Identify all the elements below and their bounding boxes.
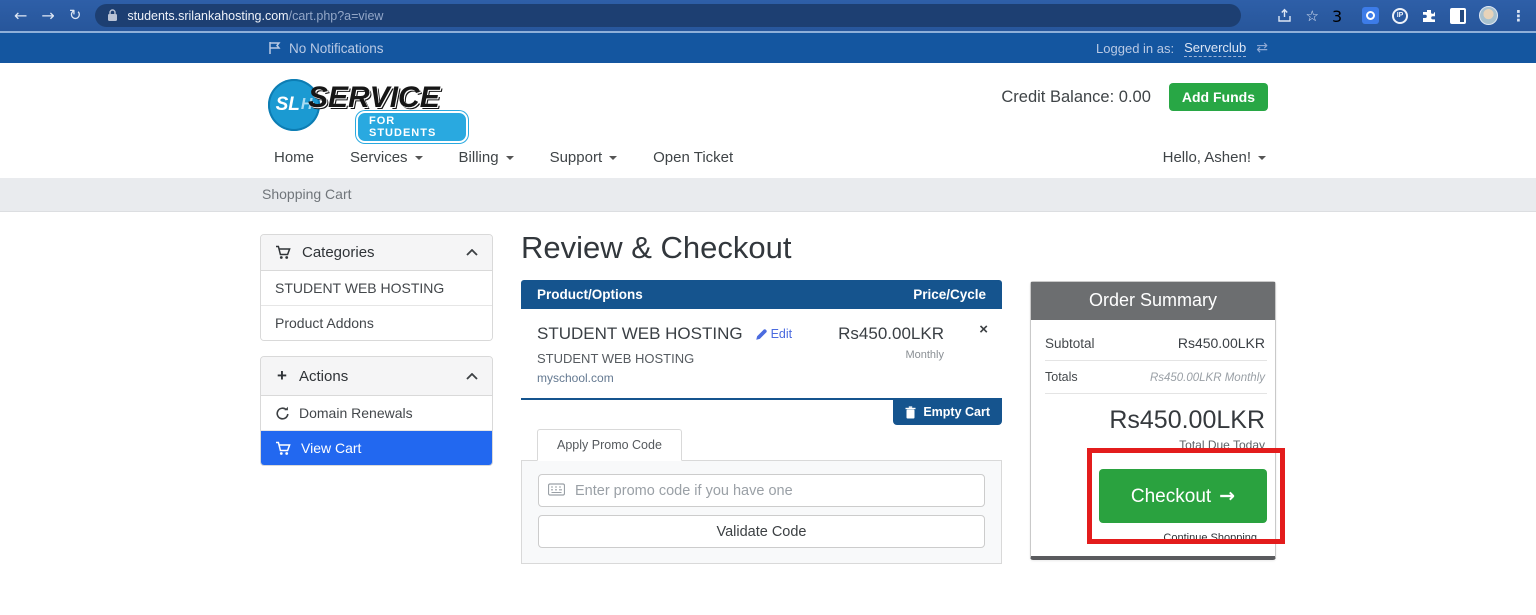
cart-table-header: Product/Options Price/Cycle [521,280,1002,309]
browser-reload-icon[interactable]: ↻ [69,8,82,23]
product-domain: myschool.com [537,371,986,385]
site-top-bar: No Notifications Logged in as: Serverclu… [0,31,1536,63]
promo-tab-bar: Apply Promo Code [521,429,1002,461]
url-path: /cart.php?a=view [289,9,384,23]
browser-menu-icon[interactable]: ⋮ [1511,7,1526,25]
actions-panel-header[interactable]: + Actions [261,357,492,396]
notifications-label: No Notifications [289,41,384,56]
switch-account-icon[interactable]: ⇄ [1256,40,1268,56]
remove-item-icon[interactable]: × [979,322,988,337]
totals-label: Totals [1045,370,1078,384]
logo-title: SERVICE [308,81,440,115]
cart-icon [275,245,292,260]
address-bar[interactable]: students.srilankahosting.com/cart.php?a=… [95,4,1241,27]
nav-item-services[interactable]: Services [350,149,423,166]
product-name: STUDENT WEB HOSTING [537,324,743,344]
browser-actions: ☆ 3 IP ⋮ [1277,6,1536,25]
main-nav: Home Services Billing Support Open Ticke… [274,149,733,166]
subtotal-row: Subtotal Rs450.00LKR [1045,326,1267,361]
total-due-label: Total Due Today [1045,438,1267,452]
edit-product-link[interactable]: Edit [756,327,793,341]
site-header: SLH SERVICE FOR STUDENTS Credit Balance:… [260,63,1276,178]
logged-in-username-link[interactable]: Serverclub [1184,40,1246,57]
subtotal-label: Subtotal [1045,336,1095,351]
order-summary: Order Summary Subtotal Rs450.00LKR Total… [1030,281,1276,560]
chevron-down-icon [1258,156,1266,164]
url-domain: students.srilankahosting.com [127,9,288,23]
sidebar: Categories STUDENT WEB HOSTING Product A… [260,234,493,481]
totals-row: Totals Rs450.00LKR Monthly [1045,361,1267,394]
sidebar-item-product-addons[interactable]: Product Addons [261,306,492,340]
arrow-right-icon: → [1219,485,1235,507]
browser-toolbar: ← → ↻ students.srilankahosting.com/cart.… [0,0,1536,31]
cart-icon [275,441,292,456]
refresh-icon [275,406,290,421]
subtotal-value: Rs450.00LKR [1178,335,1265,351]
totals-value: Rs450.00LKR Monthly [1150,372,1265,384]
browser-back-icon[interactable]: ← [14,8,27,24]
nav-item-billing[interactable]: Billing [459,149,514,166]
cart-item-row: STUDENT WEB HOSTING Edit STUDENT WEB HOS… [521,309,1002,398]
breadcrumb-label: Shopping Cart [262,186,352,202]
tab-apply-promo-code[interactable]: Apply Promo Code [537,429,682,461]
site-logo[interactable]: SLH SERVICE FOR STUDENTS [268,77,468,133]
column-price-cycle: Price/Cycle [913,287,986,302]
actions-title: Actions [299,368,348,385]
nav-item-home[interactable]: Home [274,149,314,166]
item-billing-cycle: Monthly [838,349,944,361]
sidebar-item-student-web-hosting[interactable]: STUDENT WEB HOSTING [261,271,492,306]
item-price: Rs450.00LKR [838,324,944,344]
chevron-down-icon [609,156,617,164]
empty-cart-button[interactable]: Empty Cart [893,400,1002,425]
page-title: Review & Checkout [521,230,1002,266]
promo-code-input[interactable] [538,474,985,507]
nav-item-support[interactable]: Support [550,149,618,166]
nav-item-open-ticket[interactable]: Open Ticket [653,149,733,166]
logo-subtitle-badge: FOR STUDENTS [356,111,468,143]
lock-icon[interactable] [107,9,118,22]
browser-forward-icon[interactable]: → [41,8,54,24]
share-icon[interactable] [1277,8,1293,23]
credit-balance-label: Credit Balance: 0.00 [1001,88,1151,107]
categories-panel: Categories STUDENT WEB HOSTING Product A… [260,234,493,341]
chevron-up-icon [466,249,478,256]
pin-extension-icon[interactable]: 3 [1332,7,1349,24]
cart-main: Review & Checkout Product/Options Price/… [521,230,1002,564]
total-due-value: Rs450.00LKR [1045,406,1267,435]
extensions-puzzle-icon[interactable] [1421,8,1437,24]
plus-icon: + [275,366,289,386]
continue-shopping-link[interactable]: Continue Shopping [1045,532,1267,544]
column-product-options: Product/Options [537,287,643,302]
notifications-link[interactable]: No Notifications [268,41,384,56]
chevron-down-icon [415,156,423,164]
user-account-menu[interactable]: Hello, Ashen! [1163,149,1266,166]
pencil-icon [756,329,767,340]
chevron-down-icon [506,156,514,164]
checkout-button[interactable]: Checkout→ [1099,469,1267,523]
o-extension-icon[interactable] [1362,7,1379,24]
chevron-up-icon [466,373,478,380]
promo-code-icon [548,483,565,496]
flag-icon [268,41,281,55]
ip-lookup-extension-icon[interactable]: IP [1392,8,1408,24]
breadcrumb: Shopping Cart [0,178,1536,212]
promo-panel: Validate Code [521,461,1002,564]
sidebar-item-view-cart[interactable]: View Cart [261,431,492,465]
categories-title: Categories [302,244,375,261]
validate-code-button[interactable]: Validate Code [538,515,985,548]
order-summary-title: Order Summary [1031,282,1275,320]
side-panel-icon[interactable] [1450,8,1466,24]
sidebar-item-domain-renewals[interactable]: Domain Renewals [261,396,492,431]
trash-icon [905,406,916,419]
actions-panel: + Actions Domain Renewals View Cart [260,356,493,466]
add-funds-button[interactable]: Add Funds [1169,83,1268,111]
bookmark-star-icon[interactable]: ☆ [1306,7,1319,25]
browser-profile-avatar[interactable] [1479,6,1498,25]
categories-panel-header[interactable]: Categories [261,235,492,271]
logged-in-as-label: Logged in as: [1096,41,1174,56]
